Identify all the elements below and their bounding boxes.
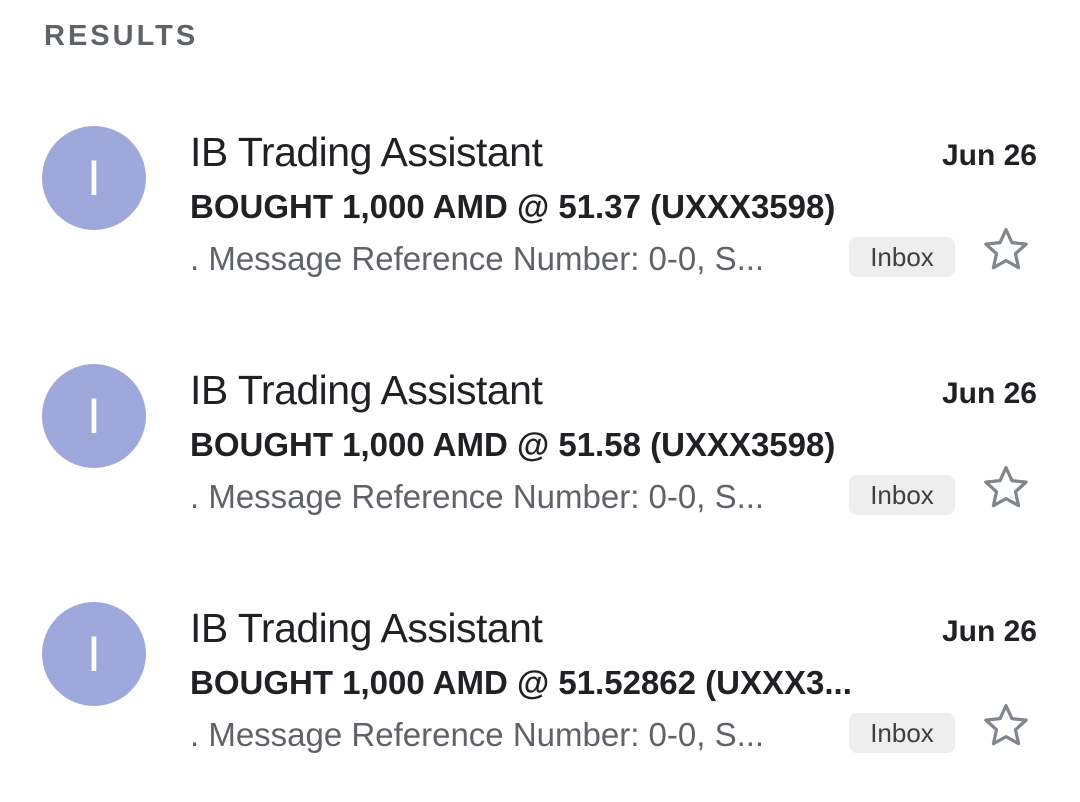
avatar[interactable]: I <box>42 126 146 230</box>
email-sender: IB Trading Assistant <box>190 129 543 175</box>
email-row[interactable]: I IB Trading Assistant Jun 26 BOUGHT 1,0… <box>0 602 1080 802</box>
star-icon[interactable] <box>980 224 1032 276</box>
email-list: I IB Trading Assistant Jun 26 BOUGHT 1,0… <box>0 0 1080 792</box>
email-sender: IB Trading Assistant <box>190 605 543 651</box>
inbox-label-chip: Inbox <box>849 237 955 277</box>
email-subject: BOUGHT 1,000 AMD @ 51.37 (UXXX3598) <box>190 188 836 225</box>
email-date: Jun 26 <box>941 615 1037 648</box>
email-subject: BOUGHT 1,000 AMD @ 51.52862 (UXXX3... <box>190 664 852 701</box>
email-sender: IB Trading Assistant <box>190 367 543 413</box>
email-row[interactable]: I IB Trading Assistant Jun 26 BOUGHT 1,0… <box>0 364 1080 564</box>
email-date: Jun 26 <box>941 377 1037 410</box>
email-row[interactable]: I IB Trading Assistant Jun 26 BOUGHT 1,0… <box>0 126 1080 326</box>
email-snippet: . Message Reference Number: 0-0, S... <box>190 240 765 277</box>
avatar[interactable]: I <box>42 602 146 706</box>
star-icon[interactable] <box>980 462 1032 514</box>
email-snippet: . Message Reference Number: 0-0, S... <box>190 478 765 515</box>
inbox-label-chip: Inbox <box>849 475 955 515</box>
email-date: Jun 26 <box>941 139 1037 172</box>
email-subject: BOUGHT 1,000 AMD @ 51.58 (UXXX3598) <box>190 426 836 463</box>
inbox-label-chip: Inbox <box>849 713 955 753</box>
star-icon[interactable] <box>980 700 1032 752</box>
avatar[interactable]: I <box>42 364 146 468</box>
email-snippet: . Message Reference Number: 0-0, S... <box>190 716 765 753</box>
